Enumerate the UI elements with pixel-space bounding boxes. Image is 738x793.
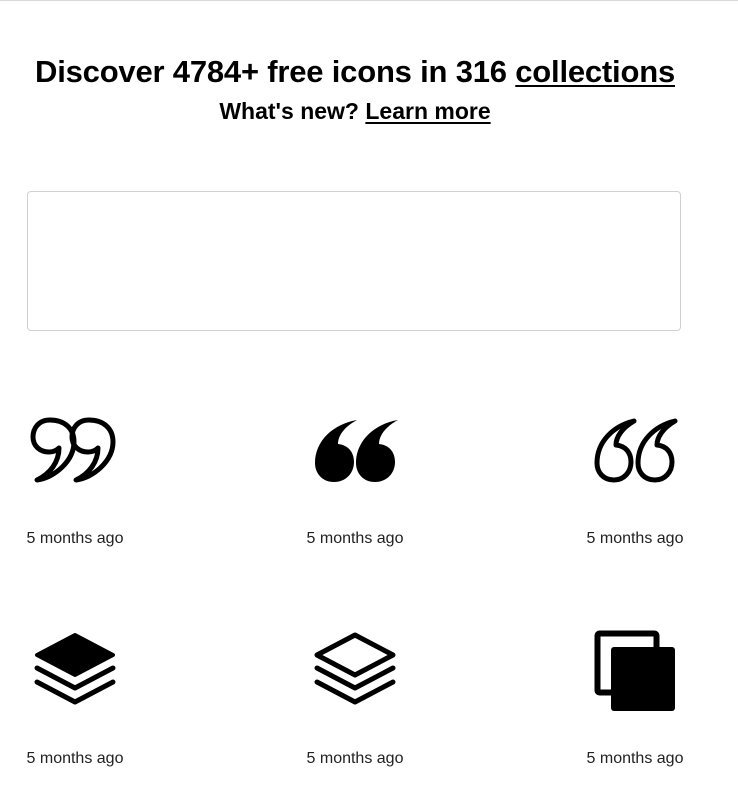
icon-card[interactable]: 5 months ago [23,620,143,790]
icon-timestamp: 5 months ago [306,750,404,767]
page-title: Discover 4784+ free icons in 316 collect… [0,52,710,92]
learn-more-link[interactable]: Learn more [365,98,490,124]
icon-card[interactable]: 5 months ago [583,620,703,790]
whats-new-text: What's new? [219,98,359,124]
icon-timestamp: 5 months ago [306,530,404,547]
icon-timestamp: 5 months ago [26,530,124,547]
collections-link[interactable]: collections [515,54,675,89]
icon-card[interactable]: 5 months ago [583,400,703,570]
search-input[interactable] [28,192,680,330]
hero: Discover 4784+ free icons in 316 collect… [0,52,710,126]
quote-open-outline-icon [594,418,678,483]
icon-card[interactable]: 5 months ago [303,620,423,790]
icon-card[interactable]: 5 months ago [23,400,143,570]
top-divider [0,0,738,1]
quote-close-outline-icon [30,417,116,483]
title-text: Discover 4784+ free icons in 316 [35,54,507,89]
copy-filled-icon [594,630,675,711]
quote-open-filled-icon [315,420,398,482]
layers-outline-icon [314,632,396,705]
icon-timestamp: 5 months ago [586,530,684,547]
icon-timestamp: 5 months ago [586,750,684,767]
search-area[interactable] [27,191,681,331]
icon-card[interactable]: 5 months ago [303,400,423,570]
icon-timestamp: 5 months ago [26,750,124,767]
whats-new-line: What's new? Learn more [0,96,710,126]
layers-filled-icon [34,633,116,705]
